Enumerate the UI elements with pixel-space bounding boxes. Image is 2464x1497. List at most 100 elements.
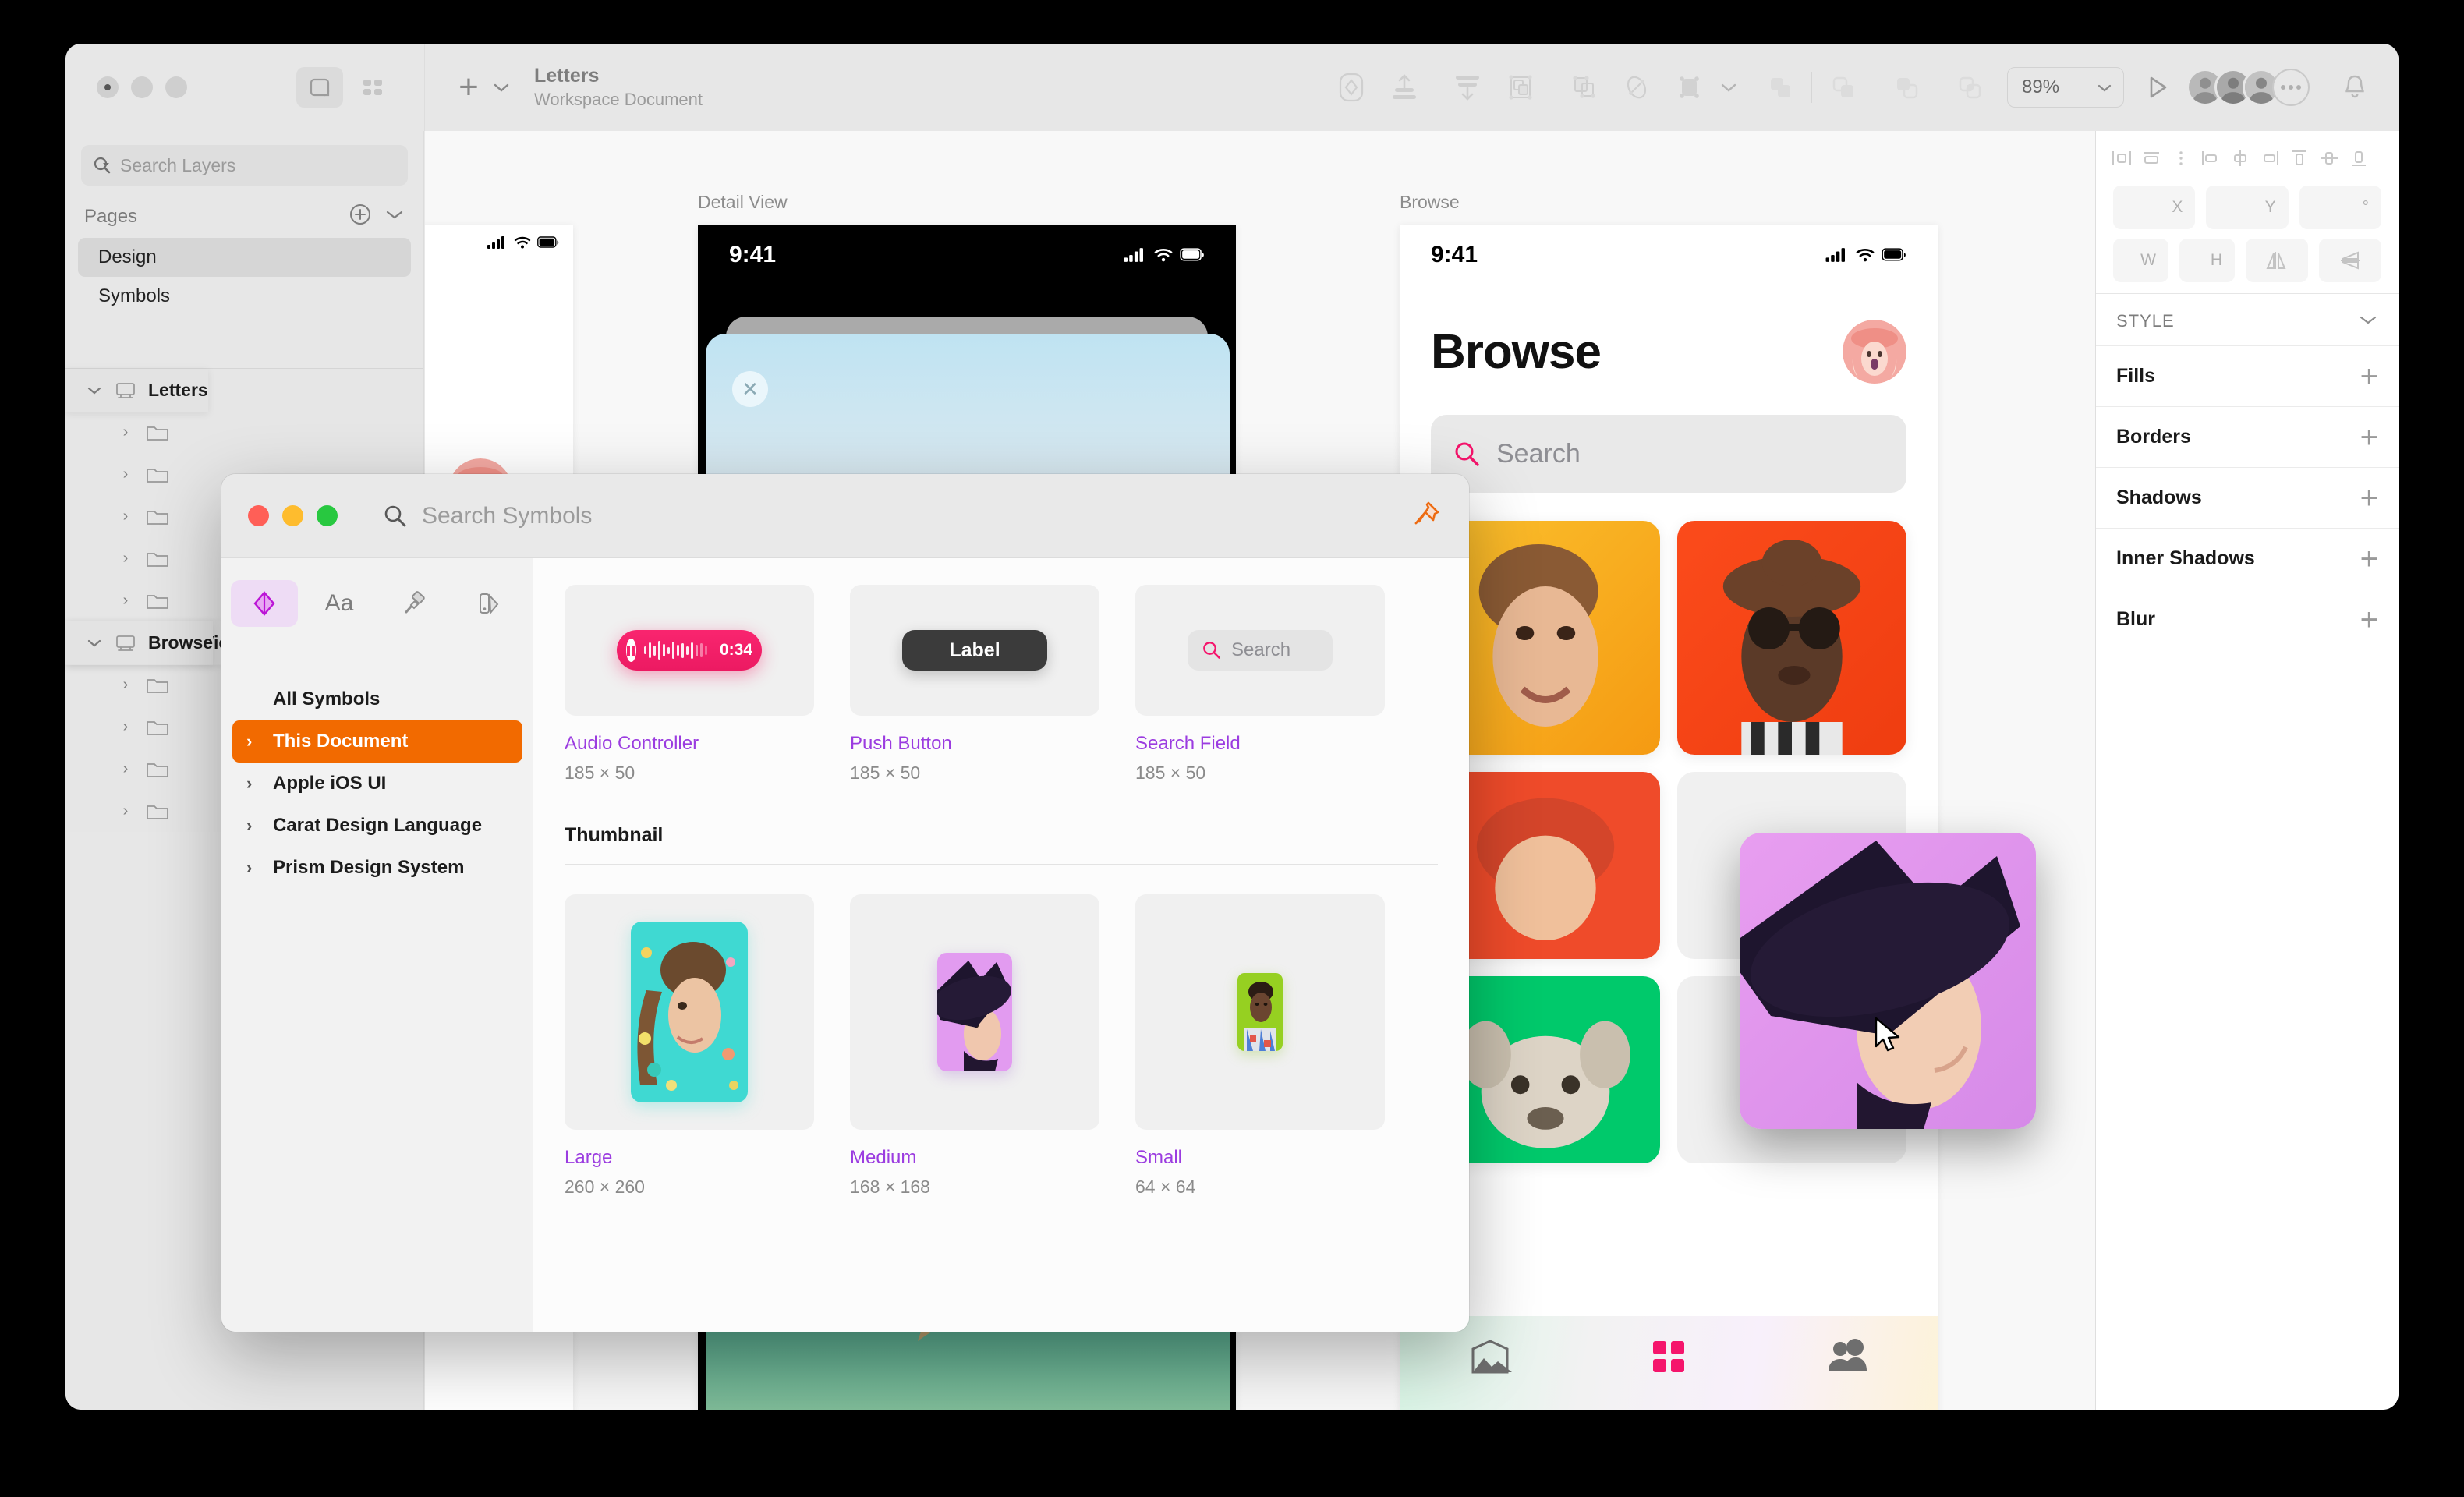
disclosure-chevron-right-icon[interactable]: › (246, 816, 259, 836)
align-center-horizontal-button[interactable] (2225, 143, 2255, 173)
align-top-edge-button[interactable] (2285, 143, 2314, 173)
align-left-edge-button[interactable] (2196, 143, 2225, 173)
photo-tile[interactable] (1677, 521, 1906, 755)
y-field[interactable]: Y (2206, 186, 2289, 229)
maximize-panel-button[interactable] (317, 505, 338, 526)
tab-text-styles[interactable]: Aa (306, 580, 373, 627)
tab-symbols[interactable] (231, 580, 298, 627)
style-section-header[interactable]: STYLE (2096, 294, 2399, 345)
sidebar-page-design[interactable]: Design (78, 238, 411, 277)
artboard-browse[interactable]: 9:41 Browse Search (1400, 225, 1938, 1410)
x-field[interactable]: X (2113, 186, 2196, 229)
add-page-button[interactable] (349, 203, 372, 230)
tab-people[interactable] (1825, 1338, 1869, 1379)
tab-color-variables[interactable] (455, 580, 522, 627)
shape-tool-button[interactable] (1663, 62, 1716, 112)
align-bottom-edge-button[interactable] (2344, 143, 2374, 173)
symbol-card-medium[interactable]: Medium 168 × 168 (850, 865, 1099, 1198)
boolean-subtract-button[interactable] (1817, 62, 1870, 112)
add-inner-shadow-button[interactable]: + (2360, 543, 2378, 575)
library-apple-ios-ui[interactable]: › Apple iOS UI (232, 763, 522, 805)
more-collaborators-button[interactable] (2272, 69, 2310, 106)
dragged-symbol-preview[interactable] (1740, 833, 2036, 1129)
notifications-button[interactable] (2331, 64, 2378, 111)
symbol-card-search-field[interactable]: Search Search Field 185 × 50 (1135, 585, 1385, 784)
align-right-edge-button[interactable] (2255, 143, 2285, 173)
mask-button[interactable] (1557, 62, 1610, 112)
align-top-button[interactable] (1378, 62, 1431, 112)
close-panel-button[interactable] (248, 505, 269, 526)
add-border-button[interactable]: + (2360, 422, 2378, 453)
disclosure-chevron-right-icon[interactable]: › (117, 802, 134, 820)
minimize-panel-button[interactable] (282, 505, 303, 526)
flip-horizontal-button[interactable] (2246, 239, 2308, 282)
tab-layer-styles[interactable] (381, 580, 448, 627)
symbols-search-input[interactable]: Search Symbols (383, 503, 592, 529)
library-carat-design-language[interactable]: › Carat Design Language (232, 805, 522, 847)
disclosure-chevron-right-icon[interactable]: › (246, 731, 259, 752)
disclosure-chevron-right-icon[interactable]: › (117, 550, 134, 568)
library-prism-design-system[interactable]: › Prism Design System (232, 847, 522, 889)
add-blur-button[interactable]: + (2360, 604, 2378, 635)
disclosure-chevron-right-icon[interactable]: › (117, 592, 134, 610)
disclosure-chevron-down-icon[interactable] (86, 638, 103, 649)
library-this-document[interactable]: › This Document (232, 720, 522, 763)
tab-mail[interactable] (1468, 1338, 1513, 1379)
align-options-button[interactable] (2166, 143, 2196, 173)
insert-button[interactable]: + (448, 67, 489, 108)
avatar[interactable] (1843, 320, 1906, 384)
sidebar-page-symbols[interactable]: Symbols (78, 277, 411, 316)
layer-artboard-browse[interactable]: Browse (65, 621, 214, 665)
symbol-card-large[interactable]: Large 260 × 260 (565, 865, 814, 1198)
disclosure-chevron-right-icon[interactable]: › (117, 508, 134, 526)
rotate-copies-button[interactable] (1610, 62, 1663, 112)
style-collapse-chevron[interactable] (2358, 313, 2378, 330)
insert-menu-chevron[interactable] (489, 82, 514, 93)
maximize-window-button[interactable] (165, 76, 187, 98)
canvas-view-button[interactable] (296, 67, 343, 108)
search-layers-input[interactable]: Search Layers (81, 145, 408, 186)
symbol-card-small[interactable]: Small 64 × 64 (1135, 865, 1385, 1198)
disclosure-chevron-right-icon[interactable]: › (246, 858, 259, 878)
align-bottom-button[interactable] (1441, 62, 1494, 112)
library-all-symbols[interactable]: All Symbols (232, 678, 522, 720)
disclosure-chevron-right-icon[interactable]: › (246, 773, 259, 794)
group-button[interactable] (1494, 62, 1547, 112)
flip-vertical-button[interactable] (2319, 239, 2381, 282)
layer-artboard-letters[interactable]: Letters (65, 369, 208, 412)
disclosure-chevron-right-icon[interactable]: › (117, 423, 134, 441)
symbols-panel[interactable]: Search Symbols Aa All Symbols › This Doc… (221, 474, 1469, 1332)
pin-panel-button[interactable] (1411, 498, 1443, 533)
height-field[interactable]: H (2179, 239, 2235, 282)
add-fill-button[interactable]: + (2360, 361, 2378, 392)
artboard-label-detail-view[interactable]: Detail View (698, 192, 788, 213)
close-window-button[interactable] (97, 76, 119, 98)
disclosure-chevron-right-icon[interactable]: › (117, 718, 134, 736)
layer-group[interactable]: › (65, 411, 423, 453)
disclosure-chevron-right-icon[interactable]: › (117, 676, 134, 694)
minimize-window-button[interactable] (131, 76, 153, 98)
close-detail-button[interactable]: ✕ (732, 371, 768, 407)
boolean-union-button[interactable] (1754, 62, 1807, 112)
add-shadow-button[interactable]: + (2360, 483, 2378, 514)
pages-collapse-button[interactable] (384, 208, 405, 225)
boolean-difference-button[interactable] (1943, 62, 1996, 112)
artboard-label-browse[interactable]: Browse (1400, 192, 1460, 213)
grid-view-button[interactable] (349, 67, 396, 108)
browse-search-input[interactable]: Search (1431, 415, 1906, 493)
width-field[interactable]: W (2113, 239, 2168, 282)
shape-menu-chevron[interactable] (1716, 82, 1741, 93)
vector-tool-button[interactable] (1325, 62, 1378, 112)
rotation-field[interactable]: ° (2299, 186, 2381, 229)
distribute-horizontally-button[interactable] (2137, 143, 2166, 173)
preview-play-button[interactable] (2135, 65, 2180, 110)
align-left-button[interactable] (2107, 143, 2137, 173)
disclosure-chevron-right-icon[interactable]: › (117, 465, 134, 483)
align-middle-vertical-button[interactable] (2314, 143, 2344, 173)
symbol-card-audio-controller[interactable]: 0:34 Audio Controller 185 × 50 (565, 585, 814, 784)
disclosure-chevron-right-icon[interactable]: › (117, 760, 134, 778)
disclosure-chevron-down-icon[interactable] (86, 385, 103, 396)
zoom-selector[interactable]: 89% (2007, 67, 2124, 108)
symbol-card-push-button[interactable]: Label Push Button 185 × 50 (850, 585, 1099, 784)
boolean-intersect-button[interactable] (1880, 62, 1933, 112)
